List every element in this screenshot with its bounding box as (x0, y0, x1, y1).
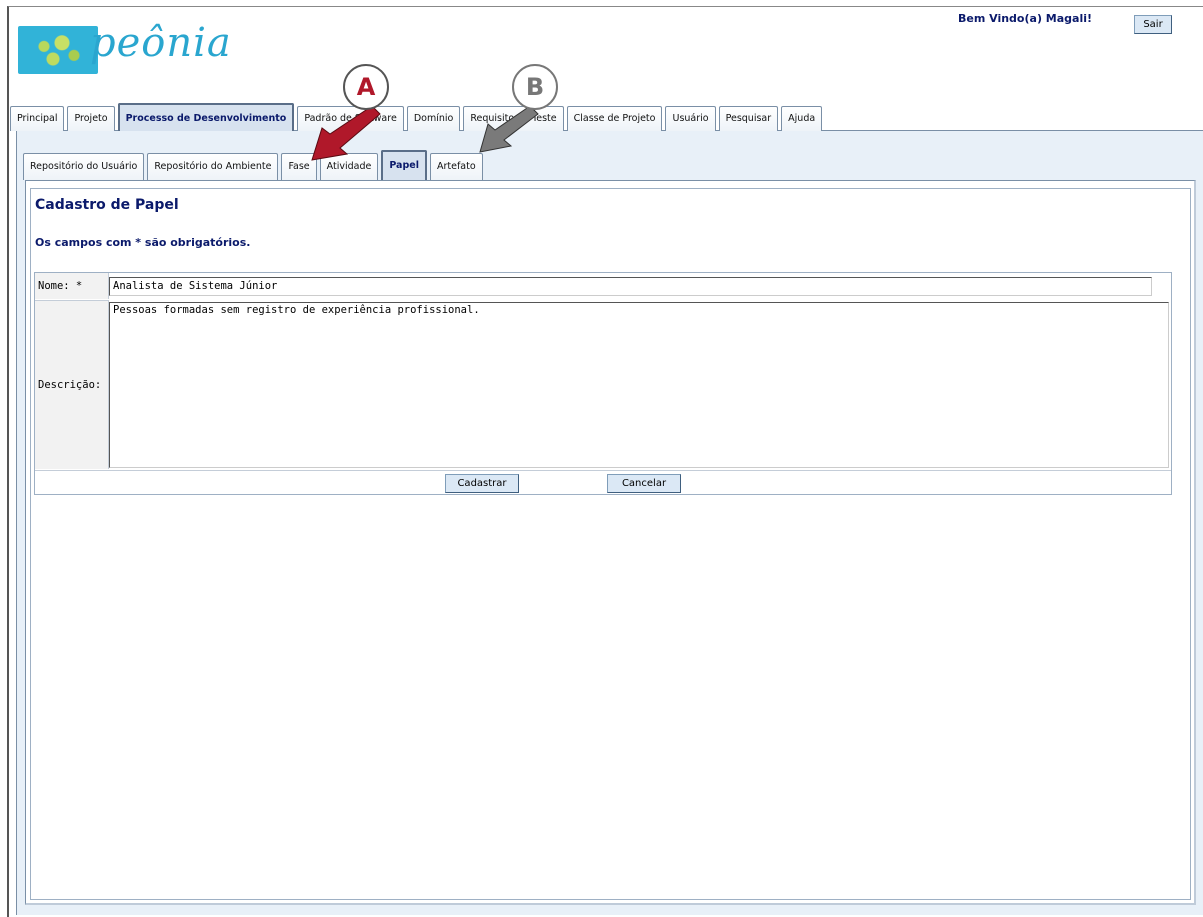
tab-repositorio-do-usuario[interactable]: Repositório do Usuário (23, 153, 145, 180)
tab-usuario[interactable]: Usuário (665, 106, 716, 131)
required-fields-note: Os campos com * são obrigatórios. (35, 236, 251, 249)
tab-pesquisar[interactable]: Pesquisar (718, 106, 779, 131)
tab-artefato[interactable]: Artefato (429, 153, 483, 180)
tab-projeto[interactable]: Projeto (67, 106, 115, 131)
descricao-textarea[interactable]: Pessoas formadas sem registro de experiê… (109, 302, 1169, 468)
peonia-logo: peônia (18, 12, 238, 76)
tab-padrao-de-software[interactable]: Padrão de Software (297, 106, 404, 131)
main-tabs: Principal Projeto Processo de Desenvolvi… (10, 103, 823, 131)
sub-tabs: Repositório do Usuário Repositório do Am… (23, 150, 483, 180)
page-title: Cadastro de Papel (35, 197, 179, 213)
tab-dominio[interactable]: Domínio (406, 106, 461, 131)
form-button-row: Cadastrar Cancelar (35, 470, 1171, 494)
tab-papel[interactable]: Papel (381, 150, 427, 180)
tab-classe-de-projeto[interactable]: Classe de Projeto (566, 106, 663, 131)
logout-button[interactable]: Sair (1134, 15, 1172, 34)
tab-principal[interactable]: Principal (10, 106, 65, 131)
flower-logo-icon (18, 26, 98, 74)
cancelar-button[interactable]: Cancelar (607, 474, 681, 493)
cadastrar-button[interactable]: Cadastrar (445, 474, 519, 493)
tab-ajuda[interactable]: Ajuda (781, 106, 823, 131)
annotation-marker-a: A (343, 64, 389, 110)
tab-fase[interactable]: Fase (281, 153, 317, 180)
nome-input[interactable]: Analista de Sistema Júnior (109, 277, 1152, 296)
annotation-marker-b: B (512, 64, 558, 110)
welcome-message: Bem Vindo(a) Magali! (958, 12, 1093, 25)
nome-label: Nome: * (35, 273, 109, 299)
role-form: Nome: * Analista de Sistema Júnior Descr… (34, 272, 1172, 495)
tab-processo-de-desenvolvimento[interactable]: Processo de Desenvolvimento (117, 103, 295, 131)
tab-repositorio-do-ambiente[interactable]: Repositório do Ambiente (147, 153, 279, 180)
tab-requisito-de-teste[interactable]: Requisito de Teste (463, 106, 564, 131)
logo-text: peônia (90, 20, 232, 66)
descricao-label: Descrição: (35, 300, 109, 469)
tab-atividade[interactable]: Atividade (319, 153, 379, 180)
